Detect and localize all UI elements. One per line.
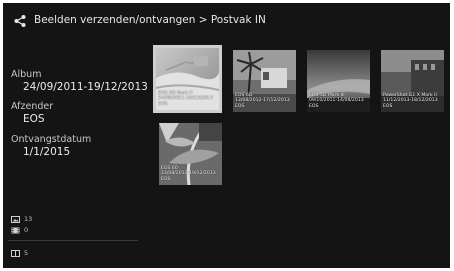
date-range: 13/08/2012-17/12/2013 bbox=[235, 98, 290, 104]
album-thumbnail[interactable]: EOS 60 13/08/2012-19/12/2013 EOS bbox=[159, 123, 222, 185]
sender: EOS bbox=[235, 103, 245, 109]
thumbnail-caption: EOS 5D Mark II 24/09/2011-19/12/2013 EOS bbox=[158, 91, 213, 107]
album-thumbnail[interactable]: EOS 6D 13/08/2012-17/12/2013 EOS bbox=[233, 50, 296, 112]
album-icon bbox=[11, 249, 20, 257]
date-range: 24/09/2011-19/12/2013 bbox=[158, 96, 213, 102]
thumbnail-caption: EOS 6D 13/08/2012-17/12/2013 EOS bbox=[235, 93, 290, 109]
thumbnail-caption: PowerShot G1 X Mark II 11/12/2013-18/12/… bbox=[383, 93, 438, 109]
ontvangstdatum-label: Ontvangstdatum bbox=[11, 134, 92, 145]
tv-screen: Beelden verzenden/ontvangen > Postvak IN… bbox=[3, 3, 450, 268]
date-range: 13/08/2012-19/12/2013 bbox=[161, 171, 216, 177]
album-thumbnail[interactable]: EOS 5D Mark III 09/10/2011-14/08/2013 EO… bbox=[307, 50, 370, 112]
album-value: 24/09/2011-19/12/2013 bbox=[23, 81, 148, 93]
photo-count: 13 bbox=[11, 215, 32, 223]
movie-count-value: 0 bbox=[24, 226, 29, 234]
afzender-label: Afzender bbox=[11, 101, 54, 112]
breadcrumb: Beelden verzenden/ontvangen > Postvak IN bbox=[34, 14, 266, 26]
photo-count-value: 13 bbox=[24, 215, 33, 223]
sender: EOS bbox=[158, 101, 168, 107]
album-count: 5 bbox=[11, 249, 28, 257]
sender: EOS bbox=[309, 103, 319, 109]
thumbnail-caption: EOS 5D Mark III 09/10/2011-14/08/2013 EO… bbox=[309, 93, 364, 109]
divider bbox=[8, 240, 138, 241]
movie-count: 0 bbox=[11, 226, 28, 234]
album-count-value: 5 bbox=[24, 249, 29, 257]
movie-icon bbox=[11, 227, 20, 233]
header-bar: Beelden verzenden/ontvangen > Postvak IN bbox=[3, 3, 450, 37]
sender: EOS bbox=[383, 103, 393, 109]
album-thumbnail[interactable]: EOS 5D Mark II 24/09/2011-19/12/2013 EOS bbox=[153, 45, 222, 113]
sender: EOS bbox=[161, 176, 171, 182]
date-range: 09/10/2011-14/08/2013 bbox=[309, 98, 364, 104]
thumbnail-caption: EOS 60 13/08/2012-19/12/2013 EOS bbox=[161, 166, 216, 182]
album-label: Album bbox=[11, 69, 42, 80]
afzender-value: EOS bbox=[23, 113, 45, 125]
date-range: 11/12/2013-18/12/2013 bbox=[383, 98, 438, 104]
photo-icon bbox=[11, 215, 20, 223]
album-thumbnail[interactable]: PowerShot G1 X Mark II 11/12/2013-18/12/… bbox=[381, 50, 444, 112]
share-icon[interactable] bbox=[14, 15, 26, 27]
ontvangstdatum-value: 1/1/2015 bbox=[23, 146, 71, 158]
